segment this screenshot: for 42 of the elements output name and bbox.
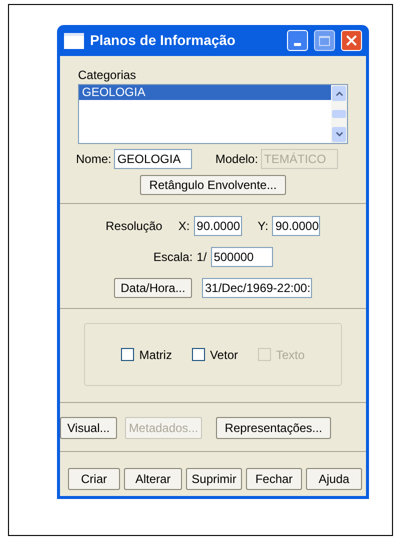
scale-prefix: 1/ bbox=[196, 249, 207, 266]
y-label: Y: bbox=[258, 218, 268, 235]
date-time-field[interactable]: 31/Dec/1969-22:00: bbox=[202, 278, 312, 298]
bounding-rectangle-button[interactable]: Retângulo Envolvente... bbox=[140, 175, 286, 195]
dialog-button[interactable]: Visual... bbox=[60, 417, 117, 439]
date-time-button[interactable]: Data/Hora... bbox=[114, 278, 192, 298]
x-label: X: bbox=[178, 218, 190, 235]
dialog-button[interactable]: Criar bbox=[68, 468, 120, 490]
close-button[interactable] bbox=[341, 30, 362, 51]
categories-label: Categorias bbox=[78, 67, 138, 84]
minimize-icon bbox=[294, 43, 301, 46]
close-icon bbox=[346, 35, 357, 46]
chevron-down-icon bbox=[336, 132, 342, 137]
dialog-button[interactable]: Suprimir bbox=[186, 468, 242, 490]
minimize-button[interactable] bbox=[287, 30, 308, 51]
scroll-thumb[interactable] bbox=[332, 110, 346, 118]
scale-field[interactable]: 500000 bbox=[210, 247, 273, 267]
scroll-up-button[interactable] bbox=[332, 86, 346, 101]
window-icon bbox=[64, 32, 84, 48]
name-field[interactable]: GEOLOGIA bbox=[114, 149, 192, 169]
checkbox[interactable] bbox=[121, 348, 134, 361]
scrollbar[interactable] bbox=[331, 85, 347, 143]
dialog-button[interactable]: Alterar bbox=[124, 468, 182, 490]
checkbox[interactable] bbox=[192, 348, 205, 361]
categories-list[interactable]: GEOLOGIA bbox=[78, 84, 348, 144]
scroll-down-button[interactable] bbox=[332, 127, 346, 142]
chevron-up-icon bbox=[336, 91, 342, 96]
y-resolution-field[interactable]: 90.0000 bbox=[272, 216, 320, 236]
checkbox-label: Vetor bbox=[210, 346, 238, 364]
window-title: Planos de Informação bbox=[90, 31, 236, 50]
list-item[interactable]: GEOLOGIA bbox=[79, 85, 331, 100]
checkbox-label: Texto bbox=[276, 346, 305, 364]
checkbox-label: Matriz bbox=[139, 346, 172, 364]
model-label: Modelo: bbox=[215, 151, 258, 168]
dialog-button[interactable]: Fechar bbox=[246, 468, 302, 490]
resolution-label: Resolução bbox=[106, 218, 162, 235]
dialog-button[interactable]: Representações... bbox=[216, 417, 331, 439]
x-resolution-field[interactable]: 90.0000 bbox=[194, 216, 242, 236]
dialog-button[interactable]: Ajuda bbox=[306, 468, 362, 490]
maximize-icon bbox=[319, 36, 330, 46]
scale-label: Escala: bbox=[153, 249, 193, 266]
name-label: Nome: bbox=[76, 151, 112, 168]
